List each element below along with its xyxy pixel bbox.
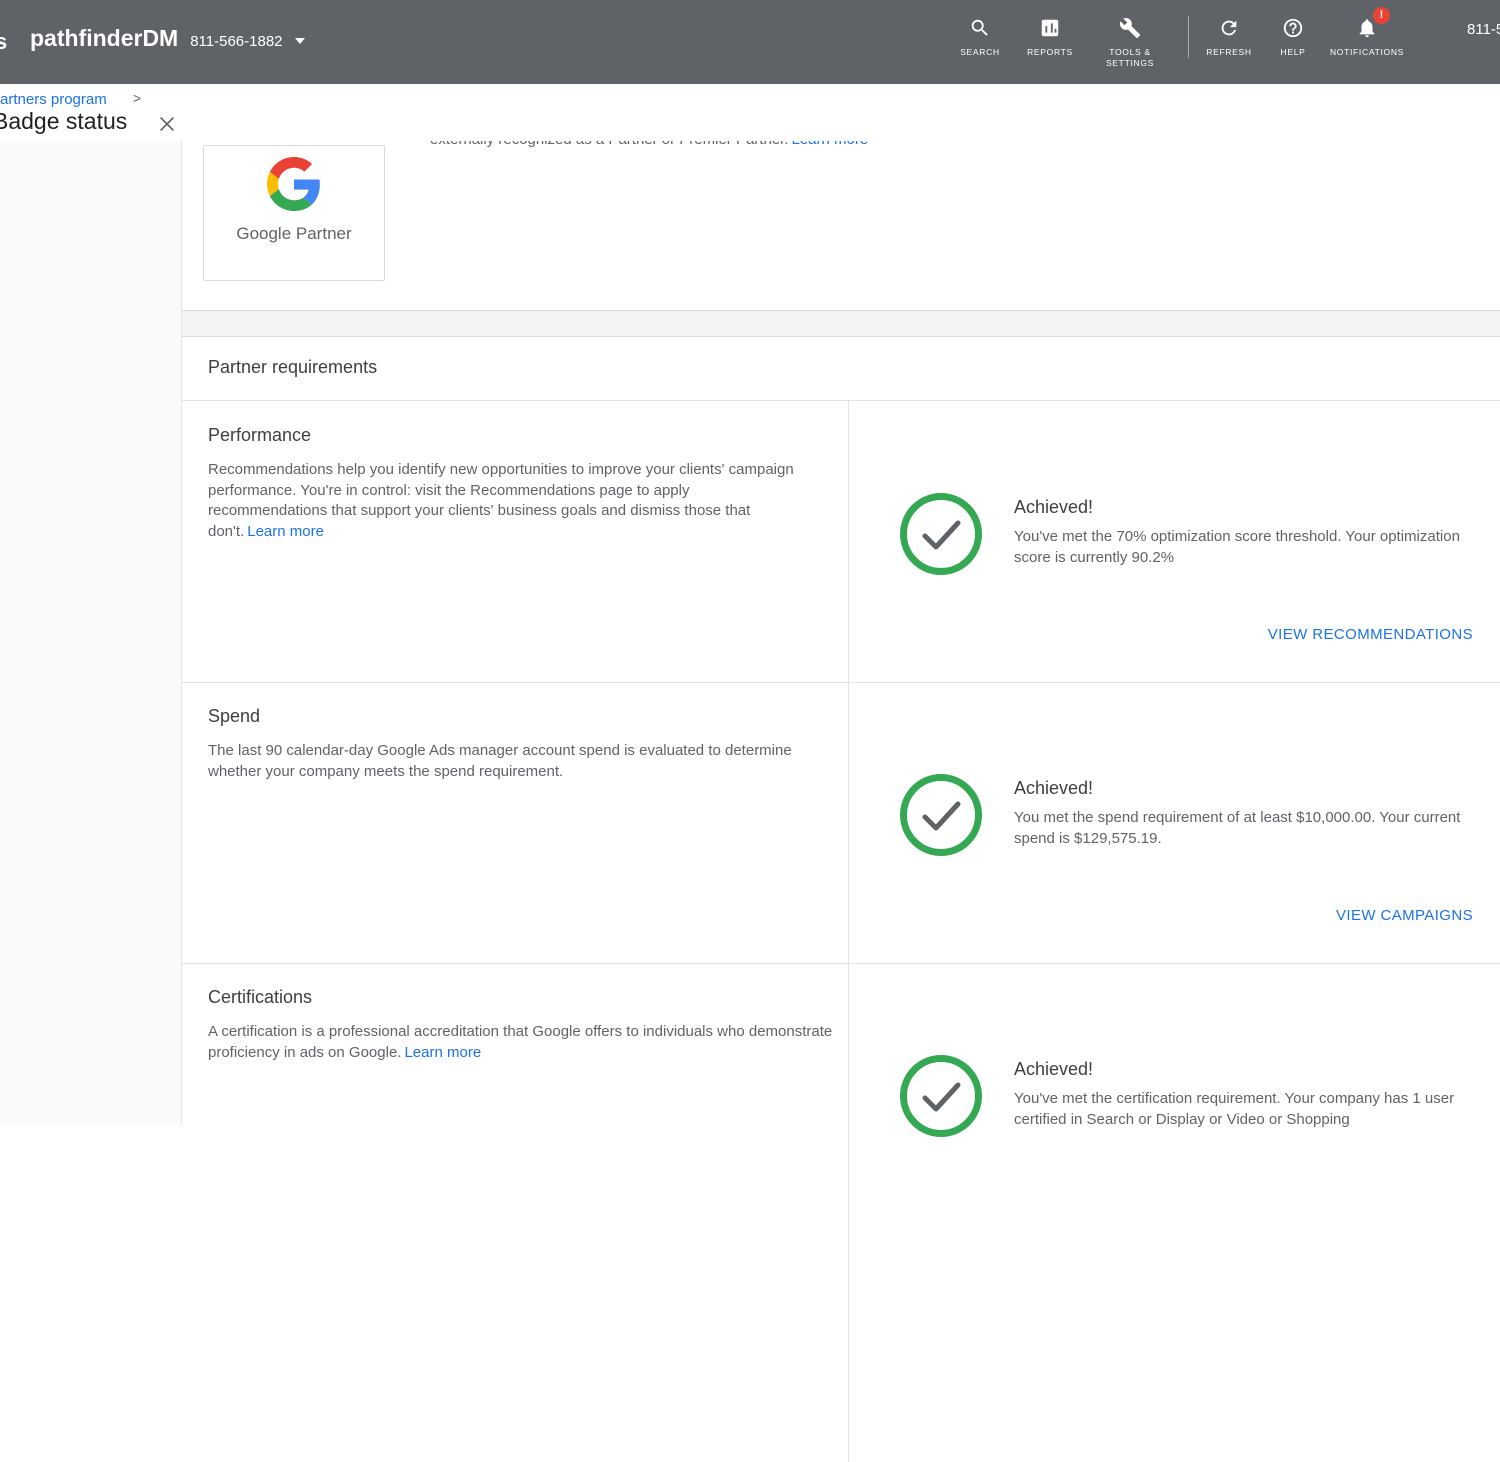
card-gap <box>182 311 1500 336</box>
help-icon <box>1282 17 1304 39</box>
section-title: Spend <box>208 706 260 727</box>
performance-section: Performance Recommendations help you ide… <box>182 401 1500 683</box>
section-description: A certification is a professional accred… <box>208 1022 848 1063</box>
partner-requirements-card: Partner requirements Performance Recomme… <box>182 336 1500 1126</box>
topbar-reports-label: REPORTS <box>1015 47 1085 58</box>
page-title: Badge status <box>0 108 127 135</box>
topbar-reports-button[interactable]: REPORTS <box>1015 0 1085 84</box>
topbar-search-button[interactable]: SEARCH <box>945 0 1015 84</box>
topbar-tools-settings-button[interactable]: TOOLS & SETTINGS <box>1085 0 1175 84</box>
breadcrumb[interactable]: Partners program <box>0 91 107 108</box>
refresh-icon <box>1218 17 1240 39</box>
section-description: The last 90 calendar-day Google Ads mana… <box>208 741 808 782</box>
achieved-check-icon <box>899 1054 983 1138</box>
status-detail: You met the spend requirement of at leas… <box>1014 808 1464 849</box>
section-title: Performance <box>208 425 311 446</box>
learn-more-link[interactable]: Learn more <box>247 523 324 540</box>
card-title: Partner requirements <box>208 357 377 378</box>
google-partner-badge: Google Partner <box>203 145 385 281</box>
account-selector[interactable]: pathfinderDM 811-566-1882 <box>30 25 305 52</box>
top-app-bar: s pathfinderDM 811-566-1882 SEARCH REPOR… <box>0 0 1500 84</box>
achieved-check-icon <box>899 492 983 576</box>
account-id: 811-566-1882 <box>190 33 282 50</box>
certifications-section: Certifications A certification is a prof… <box>182 963 1500 1462</box>
achieved-check-icon <box>899 773 983 857</box>
status-achieved: Achieved! <box>1014 497 1093 518</box>
search-icon <box>969 17 991 39</box>
section-description: Recommendations help you identify new op… <box>208 460 808 542</box>
topbar-divider <box>1188 16 1189 58</box>
chevron-down-icon <box>295 38 305 44</box>
learn-more-link[interactable]: Learn more <box>404 1044 481 1061</box>
status-achieved: Achieved! <box>1014 778 1093 799</box>
breadcrumb-separator: > <box>133 90 141 106</box>
section-title: Certifications <box>208 987 312 1008</box>
topbar-notifications-button[interactable]: ! NOTIFICATIONS <box>1327 0 1407 84</box>
divider <box>848 401 849 682</box>
close-icon <box>156 113 178 135</box>
status-achieved: Achieved! <box>1014 1059 1093 1080</box>
reports-icon <box>1039 17 1061 39</box>
account-name: pathfinderDM <box>30 25 178 52</box>
badge-status-card: externally recognized as a Partner or Pr… <box>182 141 1500 311</box>
badge-label: Google Partner <box>204 224 384 244</box>
topbar-notifications-label: NOTIFICATIONS <box>1327 47 1407 58</box>
topbar-tools-settings-label: TOOLS & SETTINGS <box>1099 47 1161 69</box>
google-g-logo-icon <box>267 157 321 211</box>
topbar-help-label: HELP <box>1265 47 1321 58</box>
spend-section: Spend The last 90 calendar-day Google Ad… <box>182 682 1500 964</box>
clipped-account-fragment: 811-5 <box>1467 21 1500 38</box>
wrench-icon <box>1119 17 1141 39</box>
view-campaigns-link[interactable]: VIEW CAMPAIGNS <box>1336 907 1473 924</box>
left-rail <box>0 141 182 1125</box>
view-recommendations-link[interactable]: VIEW RECOMMENDATIONS <box>1268 626 1473 643</box>
notification-alert-badge: ! <box>1373 7 1390 24</box>
section-description-text: A certification is a professional accred… <box>208 1023 832 1061</box>
topbar-help-button[interactable]: HELP <box>1265 0 1321 84</box>
topbar-search-label: SEARCH <box>945 47 1015 58</box>
close-button[interactable] <box>156 113 178 135</box>
topbar-refresh-label: REFRESH <box>1193 47 1265 58</box>
divider <box>848 682 849 963</box>
clipped-nav-fragment: s <box>0 29 7 55</box>
divider <box>848 963 849 1462</box>
status-detail: You've met the 70% optimization score th… <box>1014 527 1464 568</box>
topbar-refresh-button[interactable]: REFRESH <box>1193 0 1265 84</box>
page-header: Partners program > Badge status <box>0 84 1500 141</box>
section-description-text: The last 90 calendar-day Google Ads mana… <box>208 742 792 780</box>
status-detail: You've met the certification requirement… <box>1014 1089 1464 1130</box>
